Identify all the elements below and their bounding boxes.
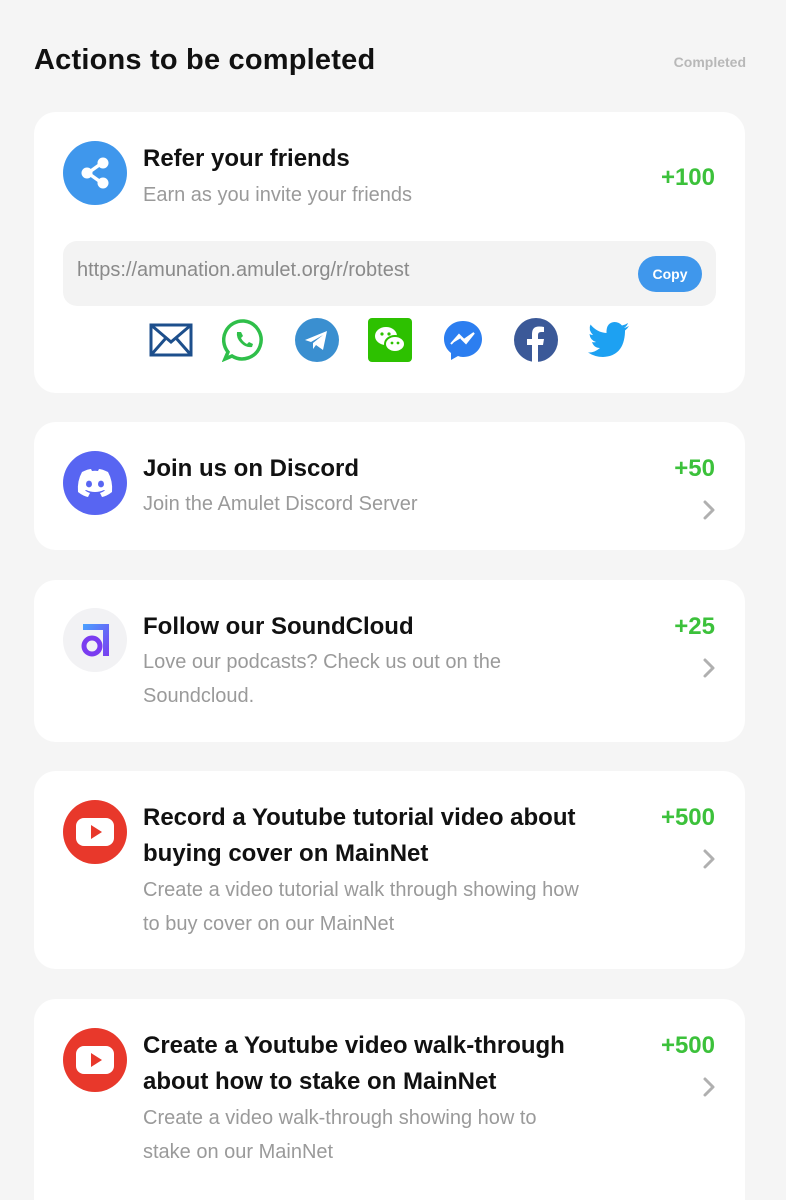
card-description: Earn as you invite your friends	[143, 184, 413, 206]
share-icon	[63, 141, 127, 205]
chevron-right-icon	[703, 1077, 715, 1097]
discord-card[interactable]: Join us on Discord Join the Amulet Disco…	[34, 422, 745, 550]
card-title-line-2: buying cover on MainNet	[143, 840, 429, 867]
share-buttons	[148, 317, 631, 367]
messenger-icon[interactable]	[440, 317, 485, 362]
card-title: Follow our SoundCloud	[143, 613, 414, 640]
page-title: Actions to be completed	[34, 44, 376, 76]
chevron-right-icon	[703, 849, 715, 869]
youtube-icon	[63, 800, 127, 864]
points-badge: +50	[674, 455, 715, 482]
youtube-stake-card[interactable]: Create a Youtube video walk-through abou…	[34, 999, 745, 1200]
chevron-right-icon	[703, 658, 715, 678]
card-description-line-2: Soundcloud.	[143, 685, 255, 707]
youtube-tutorial-card[interactable]: Record a Youtube tutorial video about bu…	[34, 771, 745, 969]
facebook-icon[interactable]	[513, 317, 558, 362]
card-title-line-2: about how to stake on MainNet	[143, 1068, 497, 1095]
copy-button[interactable]: Copy	[638, 256, 702, 292]
points-badge: +500	[660, 804, 715, 831]
twitter-icon[interactable]	[586, 317, 631, 362]
chevron-right-icon	[703, 500, 715, 520]
card-title-line-1: Record a Youtube tutorial video about	[143, 804, 576, 831]
amulet-logo-icon	[63, 608, 127, 672]
youtube-icon	[63, 1028, 127, 1092]
card-title: Join us on Discord	[143, 455, 360, 482]
card-title-line-1: Create a Youtube video walk-through	[143, 1032, 565, 1059]
points-badge: +100	[660, 164, 715, 191]
referral-link[interactable]: https://amunation.amulet.org/r/robtest	[77, 259, 409, 282]
wechat-icon[interactable]	[367, 317, 412, 362]
whatsapp-icon[interactable]	[221, 317, 266, 362]
email-icon[interactable]	[148, 317, 193, 362]
points-badge: +500	[660, 1032, 715, 1059]
card-description-line-2: stake on our MainNet	[143, 1141, 334, 1163]
discord-icon	[63, 451, 127, 515]
card-description-line-1: Create a video walk-through showing how …	[143, 1107, 537, 1129]
card-description-line-1: Love our podcasts? Check us out on the	[143, 651, 502, 673]
card-description-line-1: Create a video tutorial walk through sho…	[143, 879, 579, 901]
telegram-icon[interactable]	[294, 317, 339, 362]
refer-friends-card: Refer your friends Earn as you invite yo…	[34, 112, 745, 393]
soundcloud-card[interactable]: Follow our SoundCloud Love our podcasts?…	[34, 580, 745, 742]
completed-link[interactable]: Completed	[674, 54, 746, 70]
referral-link-box: https://amunation.amulet.org/r/robtest C…	[63, 241, 716, 306]
points-badge: +25	[674, 613, 715, 640]
page-header: Actions to be completed Completed	[34, 44, 746, 84]
card-description: Join the Amulet Discord Server	[143, 493, 418, 515]
card-title: Refer your friends	[143, 145, 350, 172]
card-description-line-2: to buy cover on our MainNet	[143, 913, 395, 935]
